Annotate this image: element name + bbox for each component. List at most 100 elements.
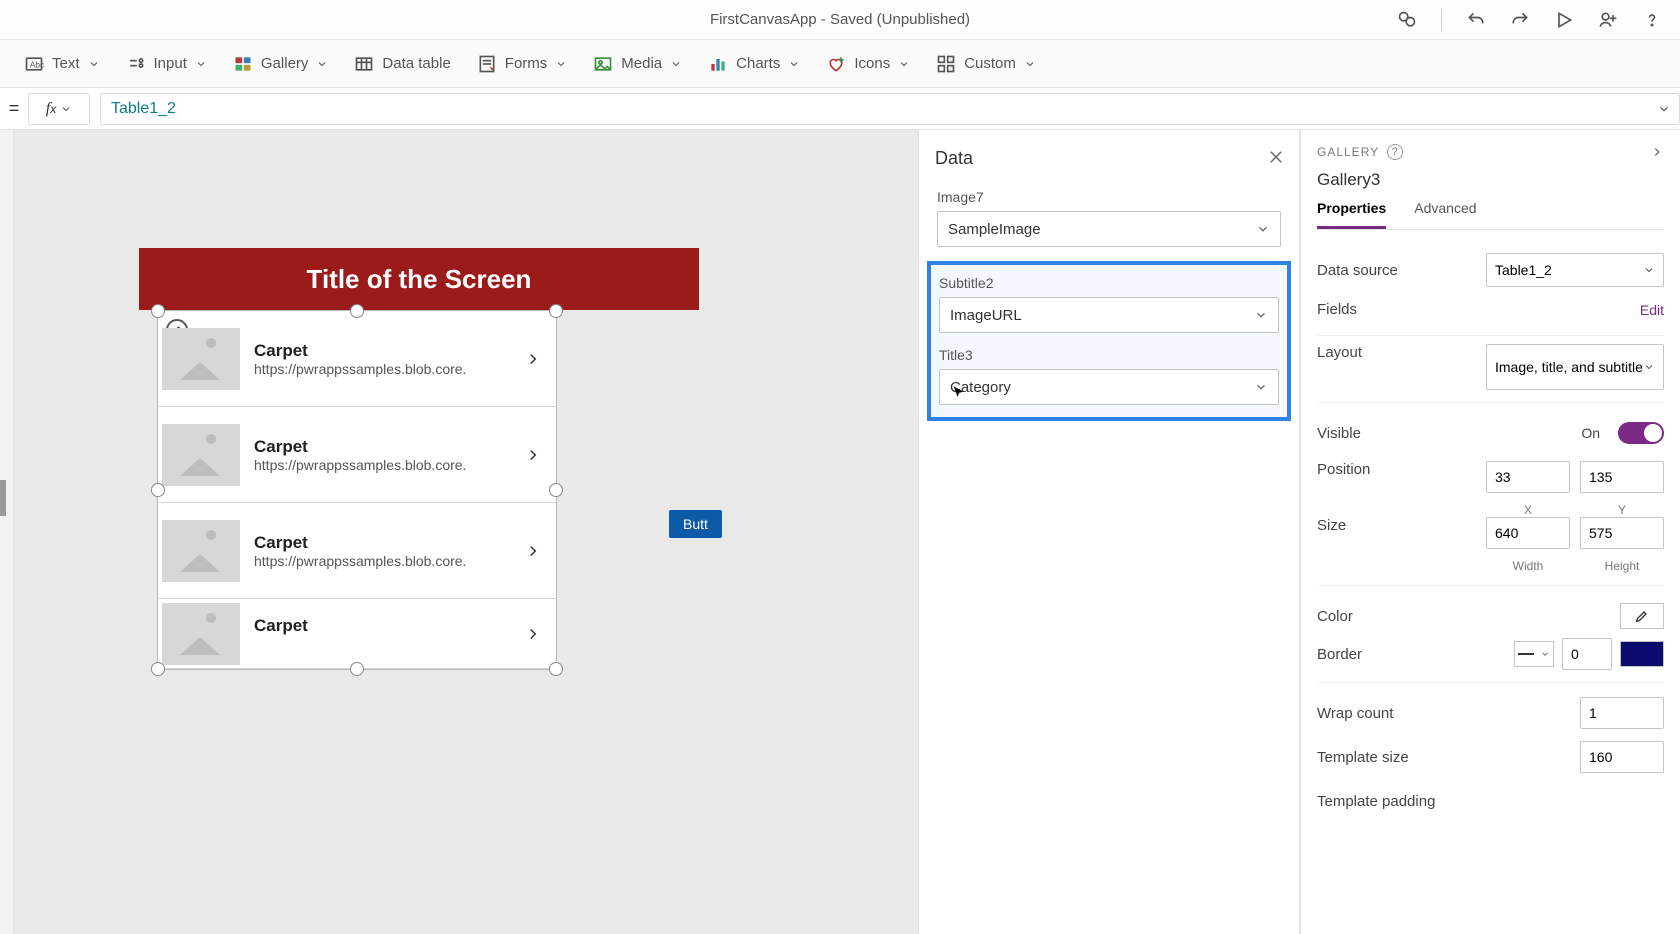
ribbon-data-table[interactable]: Data table xyxy=(354,54,450,74)
prop-wrap-count-label: Wrap count xyxy=(1317,705,1393,722)
canvas-button-label: Butt xyxy=(683,516,708,532)
ribbon-forms-label: Forms xyxy=(505,55,548,72)
help-icon[interactable] xyxy=(1642,10,1662,30)
item-title: Carpet xyxy=(254,341,510,361)
main-area: Title of the Screen Carpethttps://pwrapp… xyxy=(0,130,1680,934)
image-placeholder-icon xyxy=(162,603,240,665)
size-height-input[interactable]: 575 xyxy=(1580,517,1664,549)
prop-layout: Layout Image, title, and subtitle xyxy=(1317,344,1664,403)
selected-object-name: Gallery3 xyxy=(1317,170,1664,190)
redo-icon[interactable] xyxy=(1510,10,1530,30)
item-title: Carpet xyxy=(254,533,510,553)
list-item[interactable]: Carpethttps://pwrappssamples.blob.core. xyxy=(158,503,556,599)
field-title-dropdown[interactable]: Category xyxy=(939,369,1279,405)
ribbon-icons[interactable]: Icons xyxy=(826,54,910,74)
size-width-sublabel: Width xyxy=(1486,559,1570,573)
size-height-sublabel: Height xyxy=(1580,559,1664,573)
border-width-input[interactable]: 0 xyxy=(1562,638,1612,670)
template-size-input[interactable]: 160 xyxy=(1580,741,1664,773)
screen-header-title: Title of the Screen xyxy=(307,264,532,295)
field-subtitle-dropdown[interactable]: ImageURL xyxy=(939,297,1279,333)
layout-value: Image, title, and subtitle xyxy=(1495,359,1643,376)
wrap-count-input[interactable]: 1 xyxy=(1580,697,1664,729)
position-x-sublabel: X xyxy=(1486,503,1570,517)
item-title: Carpet xyxy=(254,616,510,636)
ribbon-icons-label: Icons xyxy=(854,55,890,72)
properties-panel: GALLERY ? Gallery3 Properties Advanced D… xyxy=(1300,130,1680,934)
gallery-control[interactable]: Carpethttps://pwrappssamples.blob.core. … xyxy=(157,310,557,670)
share-icon[interactable] xyxy=(1598,10,1618,30)
close-icon[interactable] xyxy=(1267,148,1285,166)
screen-header: Title of the Screen xyxy=(139,248,699,310)
undo-icon[interactable] xyxy=(1466,10,1486,30)
position-x-input[interactable]: 33 xyxy=(1486,461,1570,493)
field-image-dropdown[interactable]: SampleImage xyxy=(937,211,1281,247)
screen-preview: Title of the Screen Carpethttps://pwrapp… xyxy=(139,248,699,310)
chevron-right-icon[interactable] xyxy=(524,446,542,464)
field-image-label: Image7 xyxy=(937,189,1281,205)
field-image: Image7 SampleImage xyxy=(935,187,1283,249)
svg-text:Abc: Abc xyxy=(30,59,44,69)
field-image-value: SampleImage xyxy=(948,221,1041,238)
resize-handle[interactable] xyxy=(549,304,563,318)
border-color-swatch[interactable] xyxy=(1620,641,1664,667)
fields-edit-link[interactable]: Edit xyxy=(1640,302,1664,318)
data-flyout-title: Data xyxy=(935,148,1283,169)
help-circle-icon[interactable]: ? xyxy=(1387,144,1403,160)
item-subtitle: https://pwrappssamples.blob.core. xyxy=(254,457,494,473)
resize-handle[interactable] xyxy=(151,662,165,676)
layout-dropdown[interactable]: Image, title, and subtitle xyxy=(1486,344,1664,390)
prop-position-label: Position xyxy=(1317,461,1370,478)
ribbon-input[interactable]: Input xyxy=(126,54,207,74)
resize-handle[interactable] xyxy=(350,662,364,676)
ribbon-text[interactable]: Abc Text xyxy=(24,54,100,74)
position-y-input[interactable]: 135 xyxy=(1580,461,1664,493)
field-title: Title3 Category xyxy=(937,345,1281,407)
chevron-right-icon[interactable] xyxy=(524,542,542,560)
ribbon-charts[interactable]: Charts xyxy=(708,54,800,74)
size-width-input[interactable]: 640 xyxy=(1486,517,1570,549)
formula-input[interactable]: Table1_2 xyxy=(100,93,1680,125)
item-subtitle: https://pwrappssamples.blob.core. xyxy=(254,553,494,569)
prop-data-source-label: Data source xyxy=(1317,262,1398,279)
ribbon-media[interactable]: Media xyxy=(593,54,682,74)
item-subtitle: https://pwrappssamples.blob.core. xyxy=(254,361,494,377)
left-rail[interactable] xyxy=(0,130,14,934)
chevron-right-icon[interactable] xyxy=(1650,145,1664,159)
chevron-right-icon[interactable] xyxy=(524,350,542,368)
ribbon-text-label: Text xyxy=(52,55,80,72)
tab-properties[interactable]: Properties xyxy=(1317,200,1386,229)
resize-handle[interactable] xyxy=(350,304,364,318)
prop-border: Border 0 xyxy=(1317,638,1664,683)
ribbon-gallery[interactable]: Gallery xyxy=(233,54,329,74)
prop-color-label: Color xyxy=(1317,608,1353,625)
resize-handle[interactable] xyxy=(151,483,165,497)
fx-picker[interactable]: fx xyxy=(28,93,90,125)
ribbon-forms[interactable]: Forms xyxy=(477,54,568,74)
resize-handle[interactable] xyxy=(151,304,165,318)
list-item[interactable]: Carpethttps://pwrappssamples.blob.core. xyxy=(158,599,556,669)
formula-expand-icon[interactable] xyxy=(1657,102,1671,116)
border-style-dropdown[interactable] xyxy=(1514,641,1554,667)
image-placeholder-icon xyxy=(162,424,240,486)
tab-advanced[interactable]: Advanced xyxy=(1414,200,1476,229)
canvas[interactable]: Title of the Screen Carpethttps://pwrapp… xyxy=(14,130,918,934)
color-swatch[interactable] xyxy=(1620,603,1664,629)
resize-handle[interactable] xyxy=(549,662,563,676)
field-subtitle-value: ImageURL xyxy=(950,307,1022,324)
visible-toggle[interactable] xyxy=(1618,422,1664,444)
play-icon[interactable] xyxy=(1554,10,1574,30)
resize-handle[interactable] xyxy=(549,483,563,497)
ribbon-custom[interactable]: Custom xyxy=(936,54,1036,74)
app-checker-icon[interactable] xyxy=(1397,10,1417,30)
list-item[interactable]: Carpethttps://pwrappssamples.blob.core. xyxy=(158,311,556,407)
prop-color: Color xyxy=(1317,594,1664,638)
data-source-dropdown[interactable]: Table1_2 xyxy=(1486,253,1664,287)
chevron-right-icon[interactable] xyxy=(524,625,542,643)
prop-fields-label: Fields xyxy=(1317,301,1357,318)
data-source-value: Table1_2 xyxy=(1495,262,1552,278)
formula-bar: = fx Table1_2 xyxy=(0,88,1680,130)
list-item[interactable]: Carpethttps://pwrappssamples.blob.core. xyxy=(158,407,556,503)
canvas-button[interactable]: Butt xyxy=(669,510,722,538)
prop-wrap-count: Wrap count 1 xyxy=(1317,691,1664,735)
